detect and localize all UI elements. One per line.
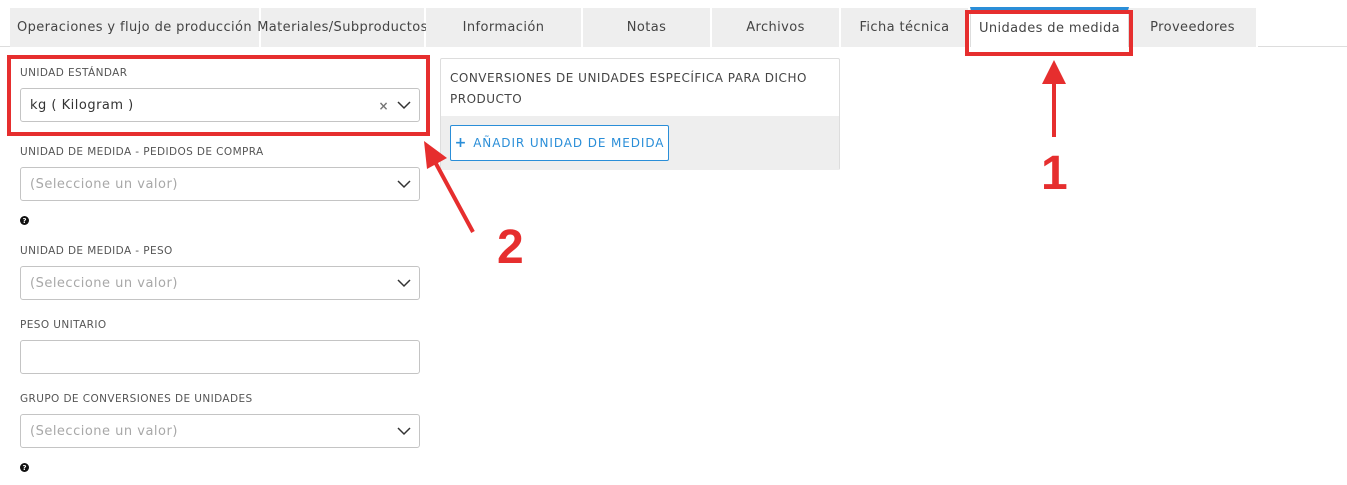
conversions-panel-body: + AÑADIR UNIDAD DE MEDIDA (441, 116, 839, 170)
plus-icon: + (454, 135, 468, 151)
highlight-box-standard-unit (7, 55, 430, 136)
help-icon[interactable]: ? (20, 463, 29, 472)
tab-materiales[interactable]: Materiales/Subproductos (257, 8, 427, 47)
add-unit-button[interactable]: + AÑADIR UNIDAD DE MEDIDA (450, 125, 669, 161)
step-number-2: 2 (497, 221, 524, 274)
tab-proveedores[interactable]: Proveedores (1129, 8, 1258, 47)
highlight-box-tab (965, 10, 1133, 56)
step-number-1: 1 (1041, 147, 1068, 200)
purchase-unit-label: UNIDAD DE MEDIDA - PEDIDOS DE COMPRA (20, 146, 264, 158)
chevron-down-icon[interactable] (397, 276, 411, 290)
unit-weight-input[interactable] (20, 340, 420, 374)
conversion-group-placeholder: (Seleccione un valor) (30, 423, 178, 439)
tab-operaciones[interactable]: Operaciones y flujo de producción (10, 8, 261, 47)
help-icon[interactable]: ? (20, 216, 29, 225)
unit-weight-label: PESO UNITARIO (20, 319, 107, 331)
chevron-down-icon[interactable] (397, 177, 411, 191)
purchase-unit-select[interactable]: (Seleccione un valor) (20, 167, 420, 201)
chevron-down-icon[interactable] (397, 424, 411, 438)
tab-notas[interactable]: Notas (583, 8, 712, 47)
conversions-panel: CONVERSIONES DE UNIDADES ESPECÍFICA PARA… (440, 58, 840, 170)
tab-informacion[interactable]: Información (426, 8, 583, 47)
weight-unit-label: UNIDAD DE MEDIDA - PESO (20, 245, 173, 257)
weight-unit-placeholder: (Seleccione un valor) (30, 275, 178, 291)
conversions-panel-title: CONVERSIONES DE UNIDADES ESPECÍFICA PARA… (450, 71, 807, 106)
conversion-group-label: GRUPO DE CONVERSIONES DE UNIDADES (20, 393, 253, 405)
conversion-group-select[interactable]: (Seleccione un valor) (20, 414, 420, 448)
add-unit-button-label: AÑADIR UNIDAD DE MEDIDA (473, 136, 665, 150)
purchase-unit-placeholder: (Seleccione un valor) (30, 176, 178, 192)
tab-ficha-tecnica[interactable]: Ficha técnica (841, 8, 970, 47)
arrow-up-icon (1042, 60, 1066, 137)
tab-archivos[interactable]: Archivos (712, 8, 841, 47)
weight-unit-select[interactable]: (Seleccione un valor) (20, 266, 420, 300)
